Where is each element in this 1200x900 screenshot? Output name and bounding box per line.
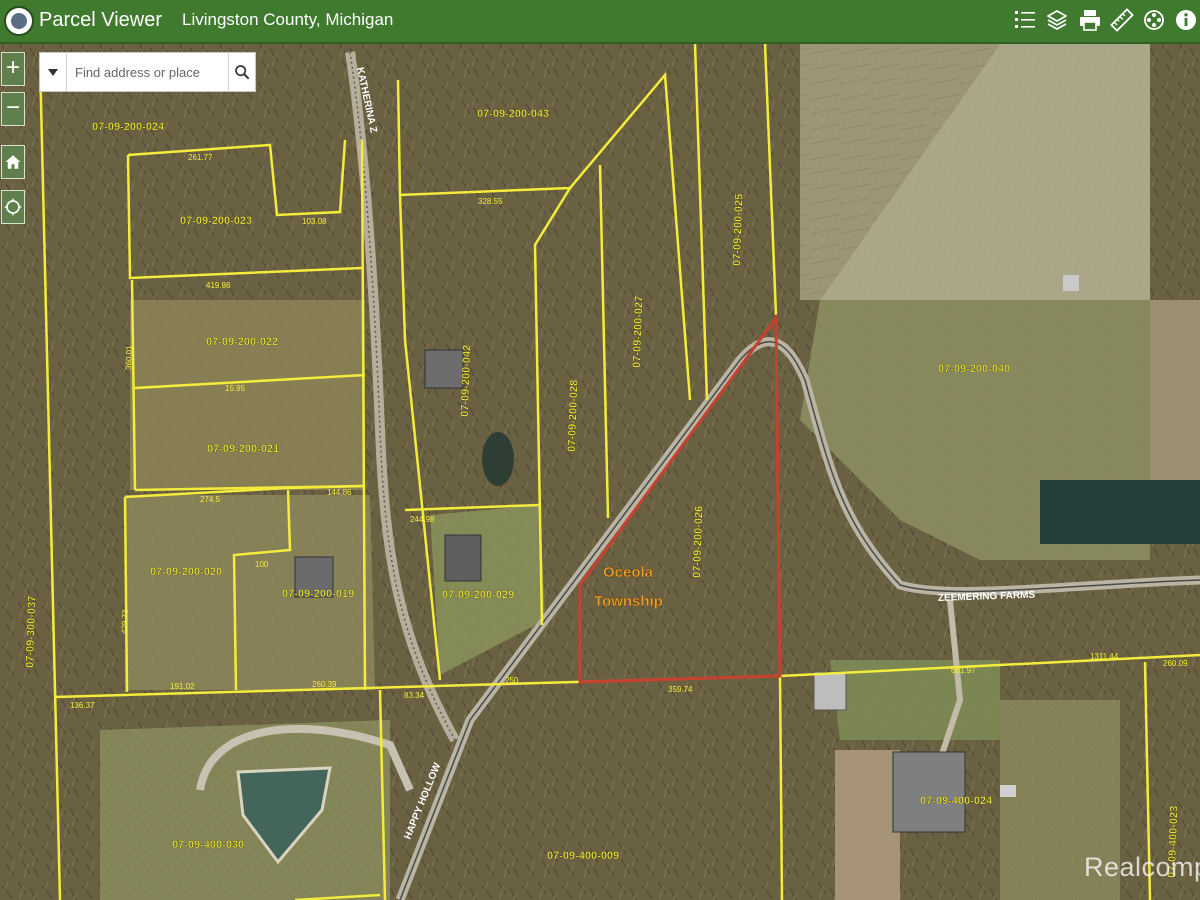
house <box>424 349 464 389</box>
parcel-label[interactable]: 07-09-200-025 <box>731 193 746 267</box>
dimension-label: 274.5 <box>200 495 221 504</box>
legend-icon[interactable] <box>1011 5 1039 35</box>
locate-button[interactable] <box>1 190 25 224</box>
watermark: Realcomp <box>1084 852 1200 882</box>
measure-icon[interactable] <box>1108 5 1136 35</box>
dimension-label: 661.97 <box>951 666 976 675</box>
dimension-label: 419.86 <box>206 281 231 290</box>
search-widget <box>39 52 256 92</box>
shed <box>1063 275 1079 291</box>
parcel-label[interactable]: 07-09-300-037 <box>24 595 39 669</box>
parcel-label[interactable]: 07-09-200-043 <box>477 108 549 120</box>
dimension-label: 136.37 <box>70 701 95 710</box>
dimension-label: 144.86 <box>327 488 352 497</box>
parcel-label[interactable]: 07-09-200-040 <box>938 363 1010 375</box>
caret-down-icon <box>48 69 58 76</box>
parcel-label[interactable]: 07-09-400-030 <box>172 839 244 851</box>
app-title: Parcel Viewer <box>39 9 163 31</box>
parcel-label[interactable]: 07-09-200-023 <box>180 215 252 227</box>
print-icon[interactable] <box>1076 5 1104 35</box>
field-area <box>1150 300 1200 490</box>
film-reel-icon[interactable] <box>1140 5 1168 35</box>
parcel-label[interactable]: 07-09-200-019 <box>282 588 354 600</box>
pond <box>482 432 514 486</box>
search-source-dropdown[interactable] <box>40 53 67 91</box>
parcel-map[interactable]: 07-09-200-024 07-09-200-043 07-09-200-02… <box>0 44 1200 900</box>
township-name: Township <box>594 593 663 610</box>
county-seal-logo <box>4 6 34 36</box>
app-header: Parcel Viewer Livingston County, Michiga… <box>0 0 1200 44</box>
parcel-label[interactable]: 07-09-400-024 <box>920 795 993 807</box>
dimension-label: 100 <box>255 560 269 569</box>
dimension-label: 244.98 <box>410 515 435 524</box>
parcel-label[interactable]: 07-09-200-026 <box>691 505 706 579</box>
dimension-label: 359.74 <box>668 685 693 694</box>
township-name: Oceola <box>603 564 654 581</box>
search-icon <box>235 65 250 80</box>
barn <box>892 751 966 833</box>
home-icon <box>5 155 21 169</box>
pond <box>1040 480 1200 544</box>
dimension-label: 103.08 <box>302 217 327 226</box>
dimension-label: 260.09 <box>1163 659 1188 668</box>
dimension-label: 360.01 <box>124 345 134 370</box>
parcel-label[interactable]: 07-09-200-020 <box>150 566 222 578</box>
parcel-label[interactable]: 07-09-200-029 <box>442 589 514 601</box>
home-button[interactable] <box>1 145 25 179</box>
zoom-out-button[interactable]: − <box>1 92 25 126</box>
parcel-label[interactable]: 07-09-200-021 <box>207 443 279 455</box>
dimension-label: 250 <box>505 676 519 685</box>
dirt-lot <box>835 750 900 900</box>
dimension-label: 83.34 <box>404 691 425 700</box>
lawn-area <box>130 300 365 490</box>
parcel-label[interactable]: 07-09-200-027 <box>631 295 646 369</box>
shed <box>1000 785 1016 797</box>
parcel-label[interactable]: 07-09-200-024 <box>92 121 165 133</box>
layers-icon[interactable] <box>1043 5 1071 35</box>
parcel-label[interactable]: 07-09-200-042 <box>459 344 474 418</box>
parcel-label[interactable]: 07-09-200-028 <box>566 379 581 453</box>
dimension-label: 261.77 <box>188 153 213 162</box>
house <box>444 534 482 582</box>
parcel-label[interactable]: 07-09-400-009 <box>547 850 619 862</box>
dimension-label: 1311.44 <box>1090 652 1119 661</box>
dimension-label: 328.55 <box>478 197 503 206</box>
dimension-label: 191.02 <box>170 682 195 691</box>
locate-icon <box>4 198 22 216</box>
dimension-label: 15.95 <box>225 384 246 393</box>
dimension-label: 260.39 <box>312 680 337 689</box>
dimension-label: 429.73 <box>120 609 130 634</box>
parcel-label[interactable]: 07-09-200-022 <box>206 336 278 348</box>
shed <box>813 671 847 711</box>
county-name: Livingston County, Michigan <box>182 10 394 29</box>
search-input[interactable] <box>67 53 229 91</box>
zoom-in-button[interactable]: + <box>1 52 25 86</box>
search-button[interactable] <box>228 53 255 91</box>
info-icon[interactable] <box>1172 5 1200 35</box>
